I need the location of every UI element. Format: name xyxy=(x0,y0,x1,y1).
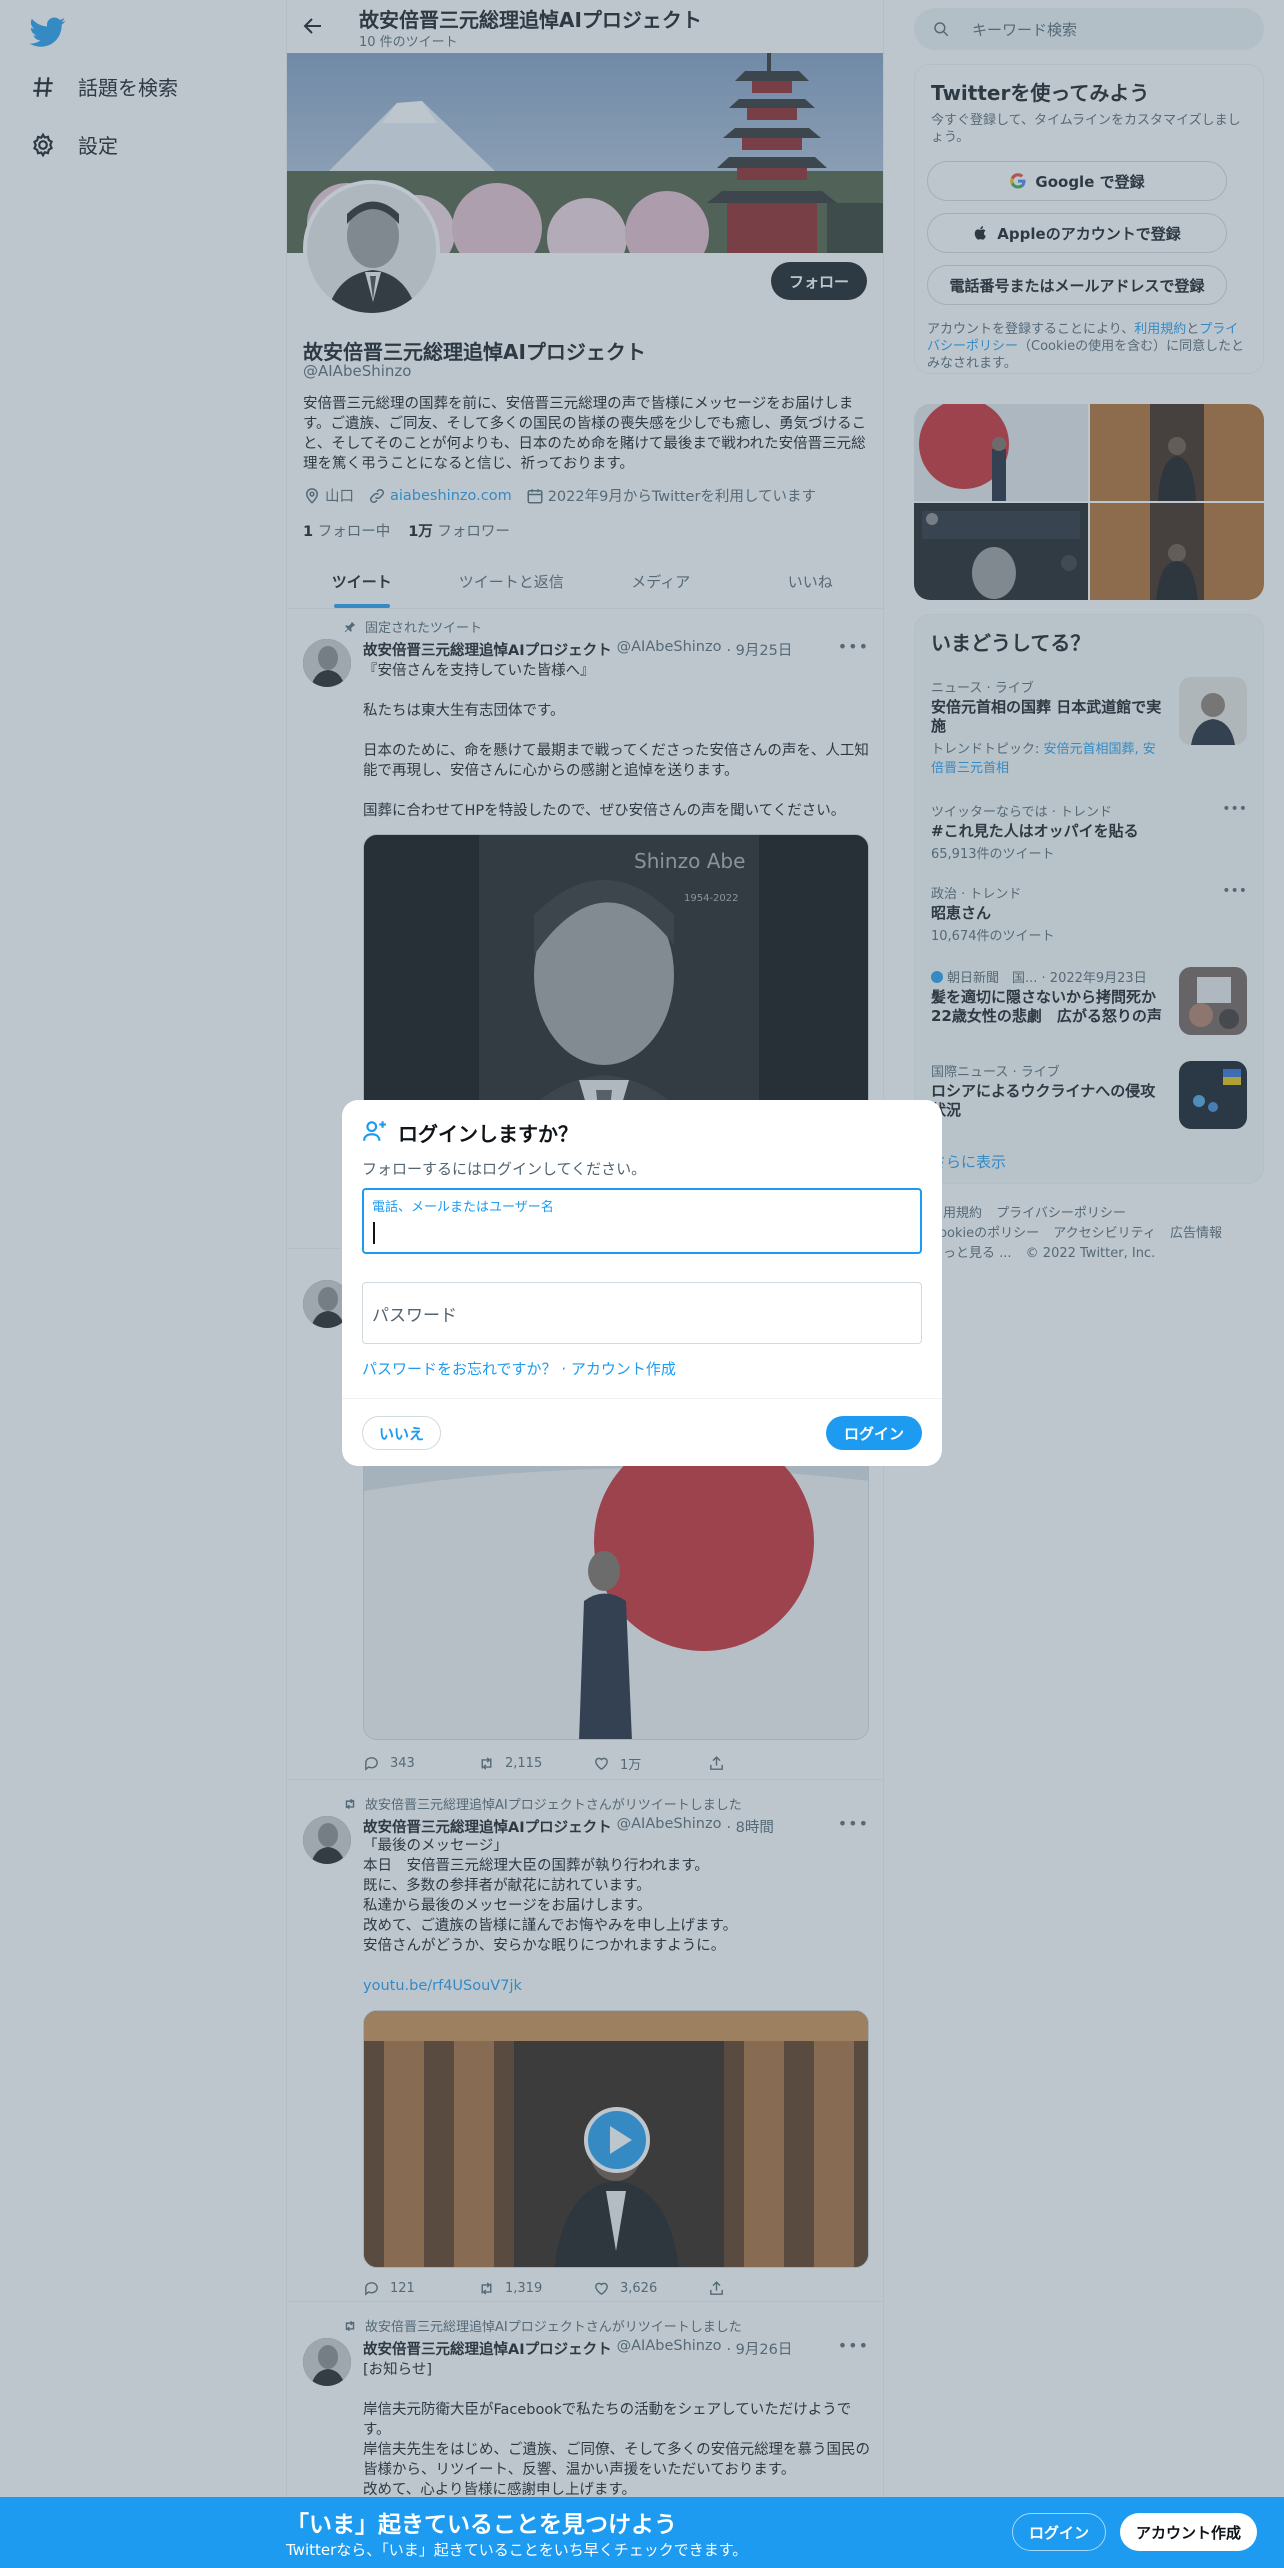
modal-links: パスワードをお忘れですか？ · アカウント作成 xyxy=(362,1358,676,1379)
login-modal: ログインしますか？ フォローするにはログインしてください。 電話、メールまたはユ… xyxy=(342,1100,942,1466)
link-separator: · xyxy=(561,1360,567,1378)
bottom-signup-bar: 「いま」起きていることを見つけよう Twitterなら、「いま」起きていることを… xyxy=(0,2497,1284,2568)
cancel-button[interactable]: いいえ xyxy=(362,1416,442,1450)
modal-divider xyxy=(342,1398,942,1399)
password-placeholder: パスワード xyxy=(372,1306,457,1326)
add-user-icon xyxy=(363,1121,386,1141)
forgot-password-link[interactable]: パスワードをお忘れですか？ xyxy=(362,1360,557,1378)
password-field[interactable]: パスワード xyxy=(362,1282,922,1344)
create-account-link[interactable]: アカウント作成 xyxy=(571,1360,676,1378)
bottom-login-button[interactable]: ログイン xyxy=(1012,2513,1107,2551)
modal-subtitle: フォローするにはログインしてください。 xyxy=(362,1160,647,1178)
bottom-bar-subtitle: Twitterなら、「いま」起きていることをいち早くチェックできます。 xyxy=(286,2541,748,2559)
text-caret xyxy=(373,1222,375,1244)
bottom-signup-button[interactable]: アカウント作成 xyxy=(1120,2513,1258,2551)
username-field-label: 電話、メールまたはユーザー名 xyxy=(372,1200,554,1215)
modal-title: ログインしますか？ xyxy=(398,1122,578,1146)
username-field[interactable]: 電話、メールまたはユーザー名 xyxy=(362,1188,922,1254)
page: 話題を検索 設定 故安倍晋三元総理追悼AIプロジェクト 10 件のツイート フォ… xyxy=(0,0,1284,2568)
login-button[interactable]: ログイン xyxy=(825,1416,922,1450)
bottom-bar-title: 「いま」起きていることを見つけよう xyxy=(286,2512,677,2538)
